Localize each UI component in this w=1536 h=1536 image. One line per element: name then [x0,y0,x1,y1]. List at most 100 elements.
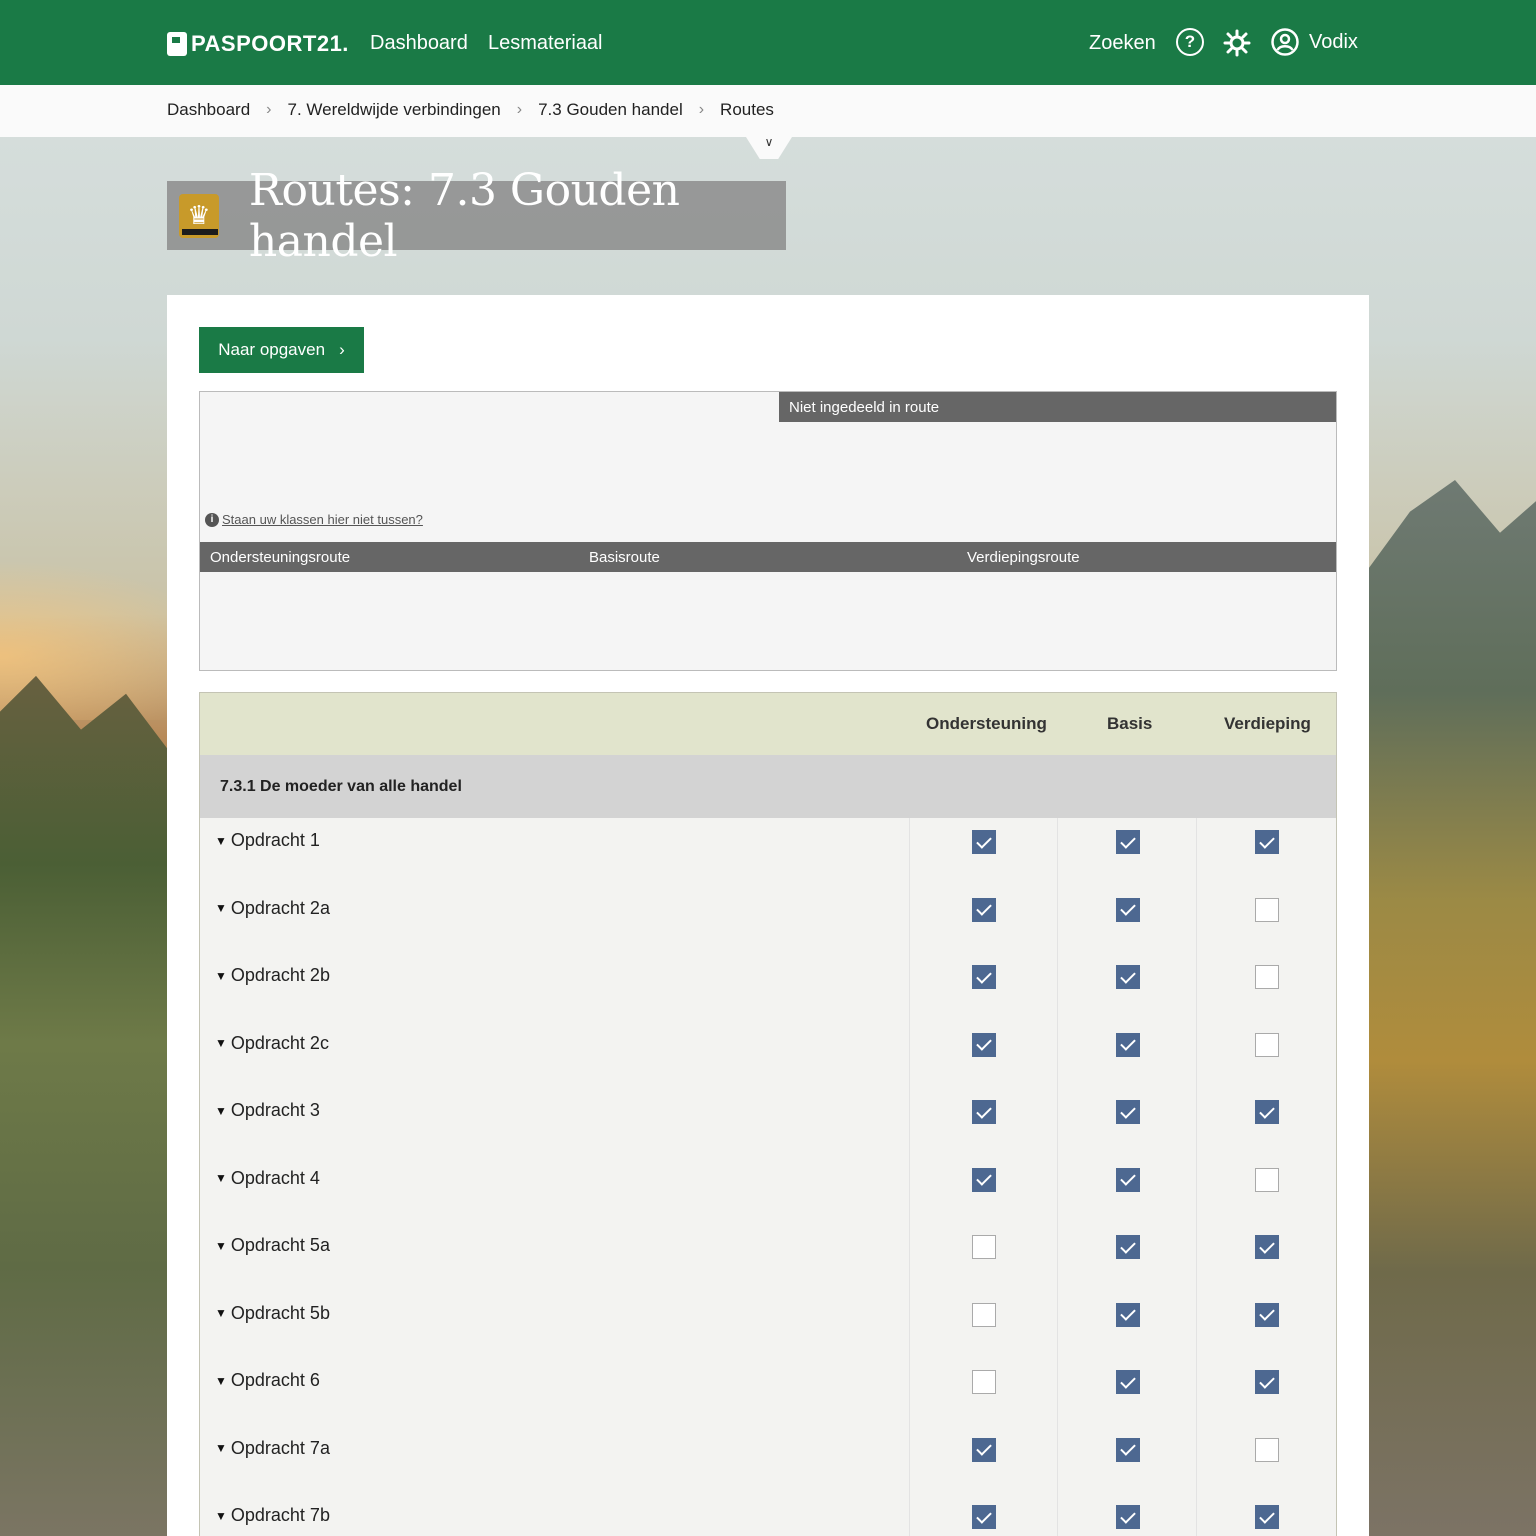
caret-down-icon: ▼ [215,1171,227,1185]
checkbox-support[interactable] [972,1437,996,1462]
table-row: ▼ Opdracht 3 [200,1088,1336,1155]
to-tasks-button[interactable]: Naar opgaven › [199,327,364,373]
task-toggle[interactable]: ▼ Opdracht 5a [215,1235,330,1256]
table-header: Ondersteuning Basis Verdieping [200,693,1336,755]
checkbox-advanced[interactable] [1255,897,1279,922]
checkbox-support[interactable] [972,965,996,989]
checkbox-advanced[interactable] [1255,830,1279,854]
table-row: ▼ Opdracht 5a [200,1223,1336,1290]
caret-down-icon: ▼ [215,1441,227,1455]
checkbox-advanced[interactable] [1255,1235,1279,1259]
task-toggle[interactable]: ▼ Opdracht 2a [215,898,330,919]
breadcrumb-toggle[interactable]: ∨ [746,137,792,159]
checkbox-support[interactable] [972,830,996,854]
task-toggle[interactable]: ▼ Opdracht 7b [215,1505,330,1526]
caret-down-icon: ▼ [215,1306,227,1320]
checkbox-support[interactable] [972,1302,996,1327]
checkbox-support[interactable] [972,1100,996,1124]
caret-down-icon: ▼ [215,968,227,983]
classes-help-text: Staan uw klassen hier niet tussen? [222,512,423,527]
checkbox-basic[interactable] [1116,1100,1140,1124]
background-mountain-left [0,675,180,1536]
nav-link-lesmateriaal[interactable]: Lesmateriaal [488,32,603,55]
checkbox-advanced[interactable] [1255,1370,1279,1394]
breadcrumb-item-chapter[interactable]: 7. Wereldwijde verbindingen [288,100,501,120]
background-mountain-right [1356,480,1536,1536]
task-toggle[interactable]: ▼ Opdracht 2c [215,1033,329,1054]
table-row: ▼ Opdracht 4 [200,1156,1336,1223]
table-row: ▼ Opdracht 2a [200,886,1336,953]
logo[interactable]: PASPOORT21. [167,30,349,58]
task-label: Opdracht 5b [230,1302,330,1323]
table-row: ▼ Opdracht 2b [200,953,1336,1020]
checkbox-advanced[interactable] [1255,1505,1279,1529]
task-toggle[interactable]: ▼ Opdracht 1 [215,830,320,851]
checkbox-basic[interactable] [1116,1505,1140,1529]
breadcrumb-item-paragraph[interactable]: 7.3 Gouden handel [538,100,683,120]
help-icon: ? [1176,28,1204,56]
caret-down-icon: ▼ [215,1103,227,1118]
checkbox-basic[interactable] [1116,1370,1140,1394]
checkbox-basic[interactable] [1116,830,1140,854]
caret-down-icon: ▼ [215,1508,227,1523]
routes-header: Ondersteuningsroute Basisroute Verdiepin… [200,542,1336,572]
task-label: Opdracht 2b [230,965,330,985]
chevron-right-icon: › [516,101,523,118]
main-panel: Naar opgaven › Niet ingedeeld in route i… [167,295,1369,1536]
classes-help-link[interactable]: i Staan uw klassen hier niet tussen? [205,512,423,527]
checkbox-advanced[interactable] [1255,965,1279,989]
page-title: Routes: 7.3 Gouden handel [248,164,680,267]
breadcrumb-item-dashboard[interactable]: Dashboard [167,100,250,120]
task-label: Opdracht 2a [230,897,330,918]
checkbox-basic[interactable] [1116,1437,1140,1462]
task-label: Opdracht 7a [230,1437,330,1458]
checkbox-support[interactable] [972,1370,996,1394]
task-label: Opdracht 1 [230,830,320,850]
task-toggle[interactable]: ▼ Opdracht 5b [215,1303,330,1324]
task-route-table: Ondersteuning Basis Verdieping 7.3.1 De … [199,692,1337,1536]
checkbox-basic[interactable] [1116,1302,1140,1327]
settings-button[interactable] [1222,28,1252,58]
task-toggle[interactable]: ▼ Opdracht 6 [215,1370,320,1391]
route-column-advanced: Verdiepingsroute [967,549,1080,566]
checkbox-advanced[interactable] [1255,1100,1279,1124]
task-label: Opdracht 5a [230,1235,330,1255]
checkbox-advanced[interactable] [1255,1302,1279,1327]
checkbox-basic[interactable] [1116,965,1140,989]
task-toggle[interactable]: ▼ Opdracht 2b [215,965,330,986]
caret-down-icon: ▼ [215,901,227,915]
table-row: ▼ Opdracht 7b [200,1493,1336,1536]
task-label: Opdracht 3 [230,1100,320,1120]
checkbox-support[interactable] [972,897,996,922]
checkbox-basic[interactable] [1116,1032,1140,1057]
checkbox-basic[interactable] [1116,897,1140,922]
checkbox-support[interactable] [972,1505,996,1529]
checkbox-basic[interactable] [1116,1235,1140,1259]
checkbox-support[interactable] [972,1032,996,1057]
column-header-support: Ondersteuning [926,714,1047,733]
caret-down-icon: ▼ [215,1373,227,1388]
caret-down-icon: ▼ [215,833,227,848]
checkbox-support[interactable] [972,1167,996,1192]
search-link[interactable]: Zoeken [1089,32,1156,55]
table-row: ▼ Opdracht 2c [200,1021,1336,1088]
breadcrumb: Dashboard › 7. Wereldwijde verbindingen … [0,85,1536,137]
checkbox-advanced[interactable] [1255,1167,1279,1192]
search-label: Zoeken [1089,32,1156,54]
nav-link-dashboard[interactable]: Dashboard [370,32,468,55]
checkbox-basic[interactable] [1116,1167,1140,1192]
route-assignment: Niet ingedeeld in route i Staan uw klass… [199,391,1337,671]
task-label: Opdracht 6 [230,1370,320,1390]
caret-down-icon: ▼ [215,1036,227,1050]
task-toggle[interactable]: ▼ Opdracht 3 [215,1100,320,1121]
checkbox-advanced[interactable] [1255,1032,1279,1057]
task-toggle[interactable]: ▼ Opdracht 7a [215,1438,330,1459]
caret-down-icon: ▼ [215,1238,227,1253]
checkbox-advanced[interactable] [1255,1437,1279,1462]
help-button[interactable]: ? [1176,28,1204,56]
user-menu[interactable]: Vodix [1271,28,1358,56]
checkbox-support[interactable] [972,1235,996,1259]
task-label: Opdracht 2c [230,1032,329,1053]
logo-icon [167,32,187,56]
task-toggle[interactable]: ▼ Opdracht 4 [215,1168,320,1189]
